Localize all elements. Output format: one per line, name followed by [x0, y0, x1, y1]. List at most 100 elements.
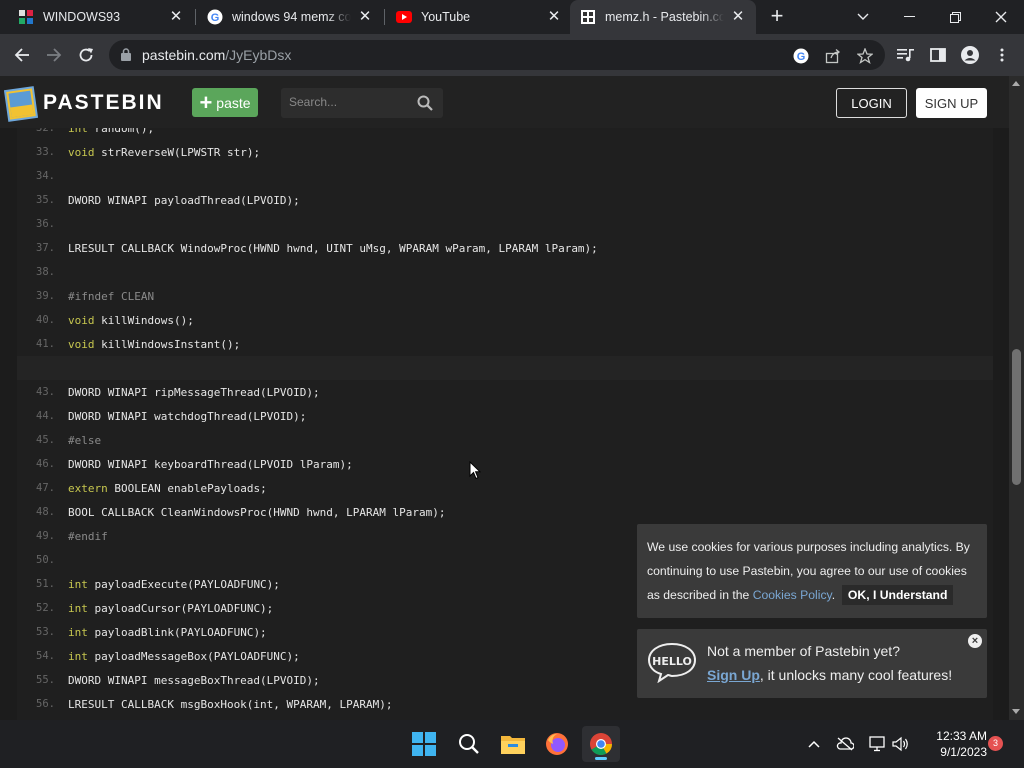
- login-button[interactable]: LOGIN: [836, 88, 907, 118]
- line-number: 51.: [36, 578, 55, 590]
- network-icon[interactable]: [869, 735, 887, 753]
- line-number: 37.: [36, 242, 55, 254]
- bookmark-star-icon[interactable]: [855, 46, 875, 66]
- code-text: LRESULT CALLBACK msgBoxHook(int, WPARAM,…: [68, 697, 393, 711]
- mouse-cursor-icon: [469, 460, 482, 485]
- code-line: 35. DWORD WINAPI payloadThread(LPVOID);: [17, 188, 993, 212]
- code-line: 38.: [17, 260, 993, 284]
- member-pitch-text: , it unlocks many cool features!: [759, 667, 953, 683]
- paste-label: paste: [216, 94, 251, 111]
- tab-pastebin[interactable]: memz.h - Pastebin.com ✕: [570, 0, 756, 34]
- address-bar[interactable]: pastebin.com/JyEybDsx G: [109, 40, 885, 70]
- windows-taskbar: 12:33 AM 9/1/2023 3: [0, 720, 1024, 768]
- tab-title: windows 94 memz code: [232, 10, 351, 24]
- search-input[interactable]: [289, 95, 409, 109]
- line-number: 34.: [36, 170, 55, 182]
- restore-icon[interactable]: [932, 0, 978, 34]
- line-number: 49.: [36, 530, 55, 542]
- code-text: extern BOOLEAN enablePayloads;: [68, 481, 267, 495]
- lock-icon[interactable]: [121, 48, 131, 66]
- tab-windows93[interactable]: WINDOWS93 ✕: [8, 0, 194, 34]
- code-text: int payloadExecute(PAYLOADFUNC);: [68, 577, 280, 591]
- firefox-icon[interactable]: [543, 730, 571, 758]
- line-number: 50.: [36, 554, 55, 566]
- close-tab-icon[interactable]: ✕: [357, 9, 373, 25]
- code-text: DWORD WINAPI watchdogThread(LPVOID);: [68, 409, 307, 423]
- tab-google-search[interactable]: G windows 94 memz code ✕: [197, 0, 383, 34]
- code-line: 48. BOOL CALLBACK CleanWindowsProc(HWND h…: [17, 500, 993, 524]
- windows93-icon: [18, 9, 34, 25]
- code-text: int payloadMessageBox(PAYLOADFUNC);: [68, 649, 300, 663]
- page-viewport: PASTEBIN + paste LOGIN SIGN UP 32.int ra…: [0, 76, 1009, 720]
- chrome-taskbar-icon[interactable]: [582, 726, 620, 762]
- reload-icon[interactable]: [72, 41, 100, 69]
- code-line: 41. void killWindowsInstant();: [17, 332, 993, 356]
- forward-arrow-icon[interactable]: [40, 41, 68, 69]
- close-tab-icon[interactable]: ✕: [546, 9, 562, 25]
- kebab-menu-icon[interactable]: [992, 45, 1012, 65]
- signup-link[interactable]: Sign Up: [707, 667, 760, 683]
- code-text: BOOL CALLBACK CleanWindowsProc(HWND hwnd…: [68, 505, 446, 519]
- cookies-policy-link[interactable]: Cookies Policy: [753, 588, 832, 602]
- code-text: #else: [68, 433, 102, 447]
- scroll-down-icon[interactable]: [1012, 709, 1020, 714]
- profile-icon[interactable]: [960, 45, 980, 65]
- line-number: 40.: [36, 314, 55, 326]
- line-number: 45.: [36, 434, 55, 446]
- onedrive-offline-icon[interactable]: [836, 735, 854, 753]
- close-tab-icon[interactable]: ✕: [730, 9, 746, 25]
- member-question: Not a member of Pastebin yet?: [707, 643, 900, 659]
- minimize-icon[interactable]: [886, 0, 932, 34]
- back-arrow-icon[interactable]: [8, 41, 36, 69]
- search-icon[interactable]: [417, 95, 433, 116]
- code-line: 39. #ifndef CLEAN: [17, 284, 993, 308]
- browser-toolbar: pastebin.com/JyEybDsx G: [0, 34, 1024, 76]
- svg-text:G: G: [797, 51, 806, 63]
- line-number: 55.: [36, 674, 55, 686]
- tab-youtube[interactable]: YouTube ✕: [386, 0, 572, 34]
- url-path: /JyEybDsx: [225, 47, 292, 63]
- line-number: 56.: [36, 698, 55, 710]
- line-number: 46.: [36, 458, 55, 470]
- pastebin-brand[interactable]: PASTEBIN: [43, 91, 164, 115]
- url-text: pastebin.com/JyEybDsx: [142, 47, 291, 63]
- file-explorer-icon[interactable]: [499, 730, 527, 758]
- new-paste-button[interactable]: + paste: [192, 88, 258, 117]
- line-number: 48.: [36, 506, 55, 518]
- code-text: DWORD WINAPI ripMessageThread(LPVOID);: [68, 385, 320, 399]
- volume-icon[interactable]: [892, 735, 910, 753]
- svg-text:HELLO: HELLO: [652, 655, 692, 668]
- tab-search-icon[interactable]: [840, 0, 886, 34]
- code-text: LRESULT CALLBACK WindowProc(HWND hwnd, U…: [68, 241, 598, 255]
- cookie-notice: We use cookies for various purposes incl…: [637, 524, 987, 618]
- close-icon[interactable]: ×: [968, 634, 982, 648]
- hello-speech-bubble-icon: HELLO: [646, 641, 698, 688]
- close-tab-icon[interactable]: ✕: [168, 9, 184, 25]
- code-text: int payloadCursor(PAYLOADFUNC);: [68, 601, 274, 615]
- scrollbar-thumb[interactable]: [1012, 349, 1021, 485]
- signup-button[interactable]: SIGN UP: [916, 88, 987, 118]
- google-lens-icon[interactable]: G: [791, 46, 811, 66]
- cookie-accept-button[interactable]: OK, I Understand: [841, 585, 954, 605]
- system-clock[interactable]: 12:33 AM 9/1/2023: [915, 728, 987, 760]
- notification-badge[interactable]: 3: [988, 736, 1003, 751]
- code-line: 44. DWORD WINAPI watchdogThread(LPVOID);: [17, 404, 993, 428]
- svg-text:G: G: [211, 12, 220, 24]
- tab-title: YouTube: [421, 10, 471, 24]
- side-panel-icon[interactable]: [928, 45, 948, 65]
- close-window-icon[interactable]: [978, 0, 1024, 34]
- code-line: 37. LRESULT CALLBACK WindowProc(HWND hwnd…: [17, 236, 993, 260]
- pastebin-logo-icon[interactable]: [3, 82, 39, 122]
- new-tab-icon[interactable]: +: [764, 5, 790, 29]
- google-icon: G: [207, 9, 223, 25]
- media-queue-icon[interactable]: [896, 45, 916, 65]
- scroll-up-icon[interactable]: [1012, 81, 1020, 86]
- windows-start-icon[interactable]: [410, 730, 438, 758]
- youtube-icon: [396, 9, 412, 25]
- taskbar-search-icon[interactable]: [455, 730, 483, 758]
- line-number: 33.: [36, 146, 55, 158]
- chevron-up-icon[interactable]: [805, 735, 823, 753]
- share-icon[interactable]: [823, 46, 843, 66]
- page-scrollbar[interactable]: [1009, 76, 1024, 720]
- line-number: 47.: [36, 482, 55, 494]
